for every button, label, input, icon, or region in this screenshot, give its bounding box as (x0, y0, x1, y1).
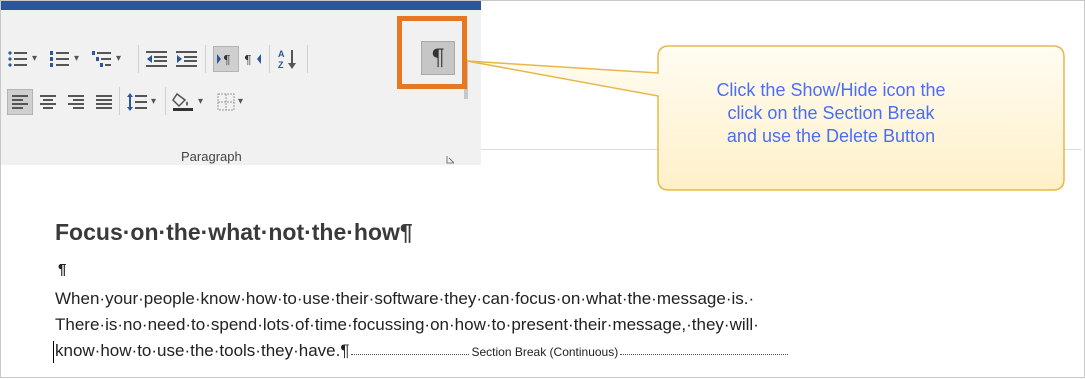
app-window: ▾ ▾ ▾ ¶ ¶ A Z ▾ ▾ ▾ Paragraph ¶ Click th… (0, 0, 1085, 378)
chevron-down-icon[interactable]: ▾ (151, 97, 156, 107)
ruler-line (481, 149, 1081, 150)
chevron-down-icon[interactable]: ▾ (198, 97, 203, 107)
align-right-icon (67, 94, 85, 110)
ribbon-separator (269, 45, 270, 73)
align-left-icon (11, 94, 29, 110)
increase-indent-icon (175, 49, 199, 69)
decrease-indent-icon (145, 49, 169, 69)
callout-line: and use the Delete Button (726, 126, 936, 146)
callout-line: click on the Section Break (727, 103, 935, 123)
group-label-paragraph: Paragraph (181, 149, 242, 164)
callout-text: Click the Show/Hide icon the click on th… (681, 79, 981, 148)
rtl-paragraph-button[interactable]: ¶ (243, 47, 263, 71)
bullets-button[interactable]: ▾ (7, 47, 37, 71)
section-break-marker[interactable]: Section Break (Continuous) (471, 345, 618, 359)
bullets-icon (7, 49, 29, 69)
line-spacing-button[interactable]: ▾ (126, 90, 156, 114)
ribbon-accent-bar (1, 1, 481, 10)
ribbon-separator (307, 45, 308, 73)
numbering-button[interactable]: ▾ (49, 47, 79, 71)
section-break-dots-left (351, 348, 470, 356)
svg-text:¶: ¶ (244, 53, 252, 66)
text-cursor (53, 341, 54, 363)
document-heading: Focus·on·the·what·not·the·how¶ (55, 219, 413, 245)
chevron-down-icon[interactable]: ▾ (238, 97, 243, 107)
highlight-box (397, 16, 467, 89)
ltr-paragraph-icon: ¶ (216, 52, 236, 66)
paint-bucket-icon (171, 92, 195, 112)
borders-icon (217, 93, 235, 111)
chevron-down-icon[interactable]: ▾ (116, 54, 121, 64)
svg-text:A: A (278, 49, 285, 59)
justify-button[interactable] (95, 90, 113, 114)
align-center-button[interactable] (39, 90, 57, 114)
dialog-launcher-icon[interactable] (446, 151, 455, 164)
ribbon-paragraph-group: ▾ ▾ ▾ ¶ ¶ A Z ▾ ▾ ▾ Paragraph ¶ (1, 1, 481, 165)
numbering-icon (49, 49, 71, 69)
ribbon-separator (119, 87, 120, 115)
rtl-paragraph-icon: ¶ (243, 52, 263, 66)
chevron-down-icon[interactable]: ▾ (32, 54, 37, 64)
sort-az-icon: A Z (277, 48, 301, 70)
ribbon-separator (138, 45, 139, 73)
callout-line: Click the Show/Hide icon the (716, 80, 946, 100)
body-text-line: When·your·people·know·how·to·use·their·s… (55, 289, 755, 308)
body-text-line-last: know·how·to·use·the·tools·they·have.¶ Sec… (55, 341, 789, 361)
align-center-icon (39, 94, 57, 110)
svg-text:Z: Z (278, 60, 284, 70)
sort-button[interactable]: A Z (277, 47, 301, 71)
justify-icon (95, 94, 113, 110)
ltr-paragraph-button[interactable]: ¶ (213, 46, 239, 72)
ribbon-separator (165, 87, 166, 115)
borders-button[interactable]: ▾ (217, 90, 243, 114)
chevron-down-icon[interactable]: ▾ (74, 54, 79, 64)
section-break-dots-right (620, 348, 789, 356)
body-text: know·how·to·use·the·tools·they·have.¶ (55, 341, 350, 360)
line-spacing-icon (126, 93, 148, 111)
align-left-button[interactable] (7, 89, 33, 115)
multilevel-list-icon (91, 49, 113, 69)
svg-text:¶: ¶ (223, 53, 231, 66)
body-text-line: There·is·no·need·to·spend·lots·of·time·f… (55, 315, 759, 334)
multilevel-list-button[interactable]: ▾ (91, 47, 121, 71)
shading-button[interactable]: ▾ (171, 90, 203, 114)
ribbon-separator (205, 45, 206, 73)
empty-paragraph-mark: ¶ (58, 261, 67, 278)
align-right-button[interactable] (67, 90, 85, 114)
increase-indent-button[interactable] (175, 47, 199, 71)
decrease-indent-button[interactable] (145, 47, 169, 71)
